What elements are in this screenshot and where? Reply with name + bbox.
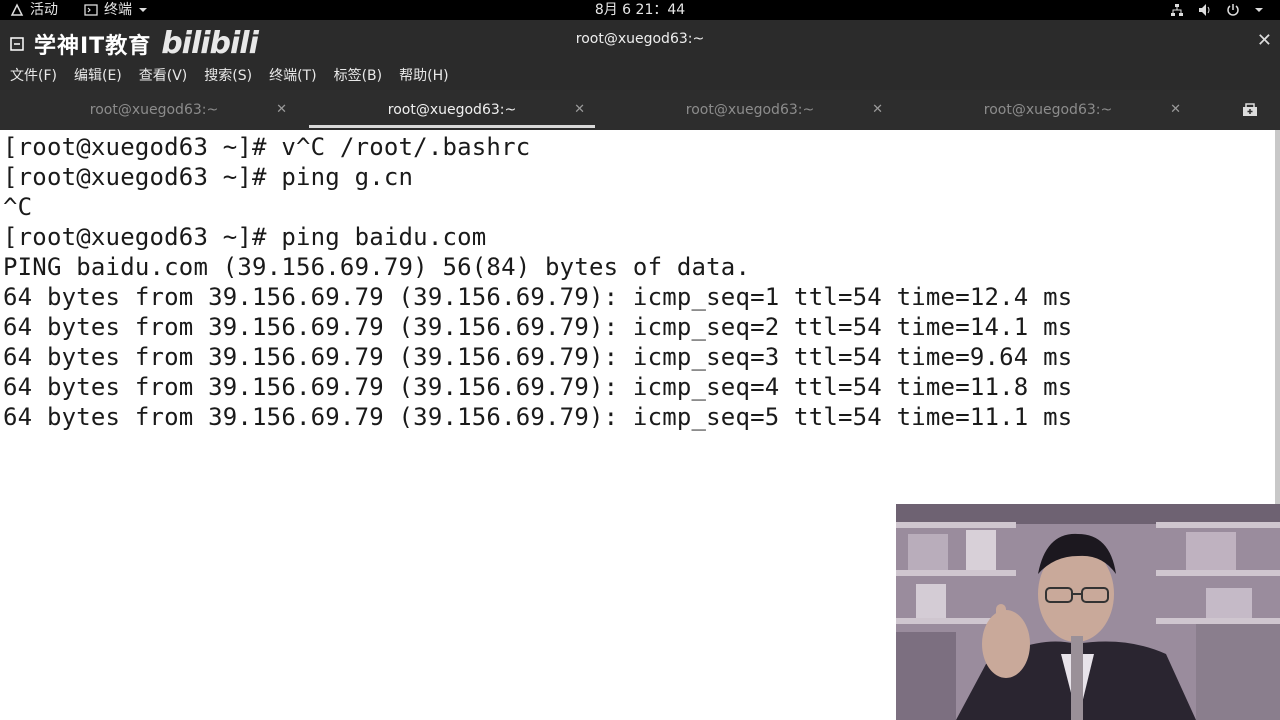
terminal-line: 64 bytes from 39.156.69.79 (39.156.69.79… bbox=[3, 283, 1073, 311]
close-icon[interactable]: ✕ bbox=[1170, 102, 1181, 117]
terminal-line: 64 bytes from 39.156.69.79 (39.156.69.79… bbox=[3, 343, 1073, 371]
gnome-top-bar: 活动 终端 8月 6 21：44 bbox=[0, 0, 1280, 20]
activities-button[interactable]: 活动 bbox=[10, 0, 58, 20]
menu-search[interactable]: 搜索(S) bbox=[204, 65, 252, 85]
close-icon: ✕ bbox=[1256, 30, 1272, 51]
terminal-app-icon bbox=[84, 4, 98, 16]
terminal-line: 64 bytes from 39.156.69.79 (39.156.69.79… bbox=[3, 373, 1073, 401]
menu-bar: 文件(F) 编辑(E) 查看(V) 搜索(S) 终端(T) 标签(B) 帮助(H… bbox=[0, 60, 1280, 90]
activities-icon bbox=[10, 3, 24, 16]
tab-1[interactable]: root@xuegod63:~ ✕ bbox=[5, 90, 303, 130]
brand-text: 学神IT教育 bbox=[34, 33, 152, 59]
tab-label: root@xuegod63:~ bbox=[983, 102, 1113, 118]
clock-container: 8月 6 21：44 bbox=[0, 0, 1280, 20]
tab-bar: root@xuegod63:~ ✕ root@xuegod63:~ ✕ root… bbox=[0, 90, 1280, 130]
menu-file[interactable]: 文件(F) bbox=[10, 65, 57, 85]
tab-4[interactable]: root@xuegod63:~ ✕ bbox=[899, 90, 1197, 130]
menu-tabs[interactable]: 标签(B) bbox=[334, 65, 383, 85]
terminal-line: [root@xuegod63 ~]# ping g.cn bbox=[3, 163, 414, 191]
close-icon[interactable]: ✕ bbox=[574, 102, 585, 117]
menu-help[interactable]: 帮助(H) bbox=[399, 65, 448, 85]
terminal-line: 64 bytes from 39.156.69.79 (39.156.69.79… bbox=[3, 403, 1073, 431]
tab-3[interactable]: root@xuegod63:~ ✕ bbox=[601, 90, 899, 130]
app-menu-label: 终端 bbox=[104, 2, 132, 18]
terminal-line: [root@xuegod63 ~]# v^C /root/.bashrc bbox=[3, 133, 531, 161]
tab-label: root@xuegod63:~ bbox=[387, 102, 517, 118]
close-icon[interactable]: ✕ bbox=[276, 102, 287, 117]
new-tab-button[interactable] bbox=[1220, 90, 1280, 130]
volume-icon bbox=[1199, 4, 1210, 16]
terminal-line: [root@xuegod63 ~]# ping baidu.com bbox=[3, 223, 487, 251]
close-icon[interactable]: ✕ bbox=[872, 102, 883, 117]
brand-logo-icon bbox=[10, 36, 24, 51]
terminal-line: 64 bytes from 39.156.69.79 (39.156.69.79… bbox=[3, 313, 1073, 341]
webcam-overlay bbox=[896, 504, 1280, 720]
terminal-line: PING baidu.com (39.156.69.79) 56(84) byt… bbox=[3, 253, 751, 281]
menu-terminal[interactable]: 终端(T) bbox=[269, 65, 316, 85]
menu-edit[interactable]: 编辑(E) bbox=[74, 65, 122, 85]
presenter-video bbox=[896, 504, 1280, 720]
bilibili-watermark: bilibili bbox=[161, 26, 259, 61]
power-icon bbox=[1227, 4, 1239, 16]
menu-view[interactable]: 查看(V) bbox=[139, 65, 188, 85]
clock[interactable]: 8月 6 21：44 bbox=[595, 0, 685, 20]
activities-label: 活动 bbox=[30, 2, 58, 18]
system-status-menu[interactable] bbox=[1170, 0, 1264, 20]
network-icon bbox=[1171, 4, 1183, 16]
chevron-down-icon bbox=[1255, 8, 1263, 12]
tab-label: root@xuegod63:~ bbox=[685, 102, 815, 118]
window-titlebar[interactable]: 学神IT教育 bilibili root@xuegod63:~ ✕ bbox=[0, 20, 1280, 61]
watermark-logo: 学神IT教育 bilibili bbox=[10, 26, 259, 61]
terminal-line: ^C bbox=[3, 193, 33, 221]
chevron-down-icon bbox=[139, 8, 147, 12]
new-tab-icon bbox=[1243, 103, 1257, 116]
app-menu-terminal[interactable]: 终端 bbox=[84, 0, 148, 20]
tab-2[interactable]: root@xuegod63:~ ✕ bbox=[303, 90, 601, 130]
window-close-button[interactable]: ✕ bbox=[1257, 30, 1272, 51]
tab-label: root@xuegod63:~ bbox=[89, 102, 219, 118]
